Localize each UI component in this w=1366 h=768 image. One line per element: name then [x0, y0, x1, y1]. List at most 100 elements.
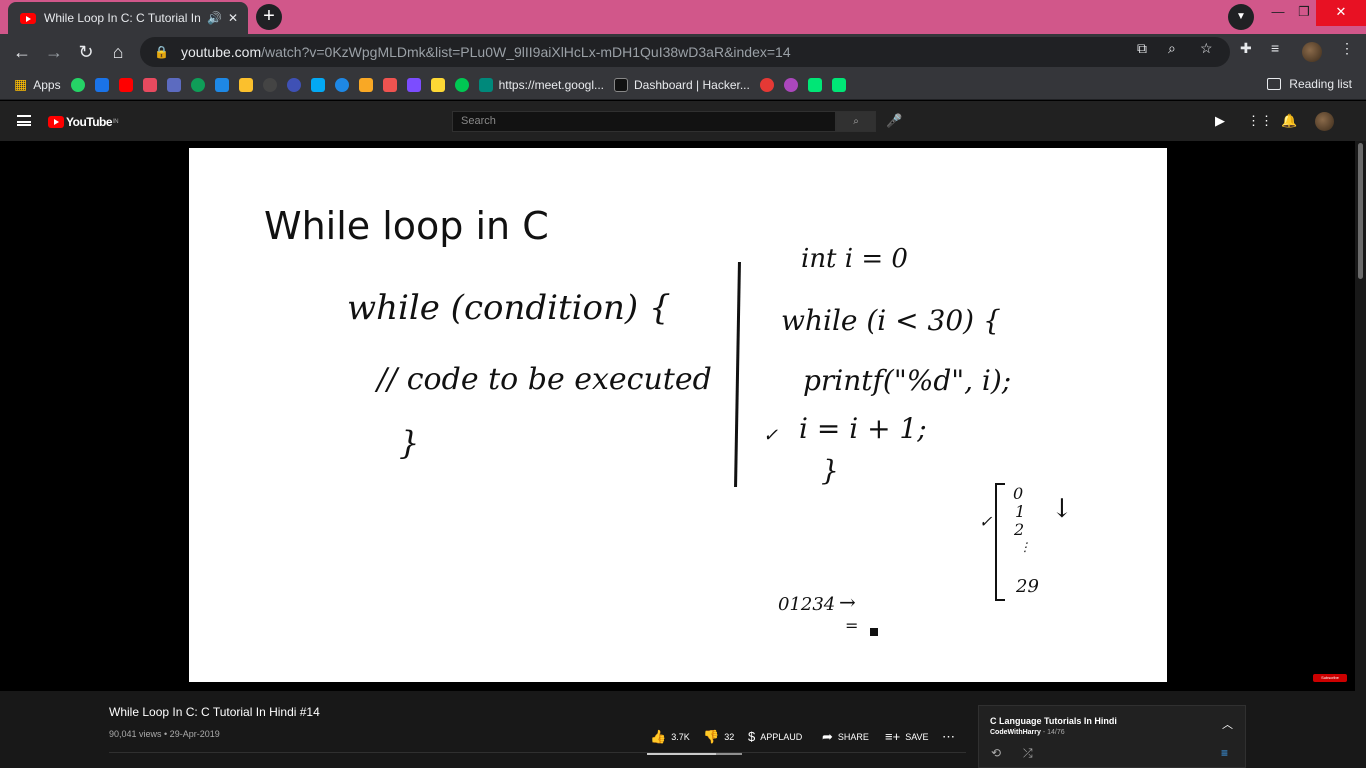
bookmark-youtube[interactable]	[118, 77, 133, 92]
speaker-icon[interactable]: 🔊	[207, 11, 222, 25]
open-in-app-icon[interactable]: ⧉	[1137, 40, 1147, 57]
google-meet-icon	[478, 77, 493, 92]
shuffle-icon[interactable]: ⤮	[1023, 746, 1033, 761]
bookmark-10[interactable]	[286, 77, 301, 92]
forward-arrow-icon[interactable]: →	[42, 40, 66, 64]
bookmark-13[interactable]	[358, 77, 373, 92]
output-sequence: 01234	[778, 594, 836, 615]
reading-list-button[interactable]: Reading list	[1267, 77, 1352, 91]
bookmark-icon	[759, 77, 774, 92]
bookmark-icon	[214, 77, 229, 92]
close-window-button[interactable]: ✕	[1316, 0, 1366, 26]
microphone-icon[interactable]: 🎤	[886, 113, 902, 129]
tab-search-icon[interactable]: ▼	[1228, 4, 1254, 30]
new-tab-button[interactable]: +	[256, 4, 282, 30]
bookmark-12[interactable]	[334, 77, 349, 92]
hamburger-menu-icon[interactable]	[17, 115, 31, 126]
scrollbar-thumb[interactable]	[1358, 143, 1363, 279]
int-declaration: int i = 0	[801, 244, 908, 274]
like-button[interactable]: 👍 3.7K	[650, 729, 690, 745]
media-queue-icon[interactable]: ≡	[1271, 40, 1279, 56]
right-arrow-icon: →	[839, 590, 856, 614]
bookmark-7[interactable]	[214, 77, 229, 92]
applaud-button[interactable]: $ APPLAUD	[748, 729, 802, 744]
bookmark-icon	[262, 77, 277, 92]
bookmark-23[interactable]	[831, 77, 846, 92]
closing-brace-right: }	[821, 454, 839, 487]
add-to-playlist-icon: ≡+	[885, 729, 901, 744]
bookmark-icon	[166, 77, 181, 92]
tab-active[interactable]: While Loop In C: C Tutorial In Hindi #14…	[8, 2, 248, 34]
code-comment: // code to be executed	[377, 362, 712, 397]
account-avatar[interactable]	[1315, 112, 1334, 131]
bookmark-22[interactable]	[807, 77, 822, 92]
search-input[interactable]: Search	[452, 111, 836, 132]
bookmark-icon	[238, 77, 253, 92]
save-button[interactable]: ≡+ SAVE	[885, 729, 929, 744]
down-arrow-icon: ↓	[1051, 494, 1073, 524]
tab-strip: While Loop In C: C Tutorial In Hindi #14…	[0, 0, 1366, 34]
bookmark-11[interactable]	[310, 77, 325, 92]
bookmark-icon	[406, 77, 421, 92]
bookmark-meet[interactable]: https://meet.googl...	[478, 77, 604, 92]
reload-icon[interactable]: ↻	[74, 40, 98, 64]
lock-icon[interactable]: 🔒	[154, 45, 169, 59]
playlist-channel[interactable]: CodeWithHarry	[990, 729, 1041, 736]
address-bar[interactable]: 🔒 youtube.com /watch?v=0KzWpgMLDmk&list=…	[140, 37, 1230, 67]
playlist-menu-icon[interactable]: ≡	[1221, 746, 1228, 760]
playlist-position: - 14/76	[1040, 729, 1065, 736]
like-ratio-fill	[647, 753, 717, 755]
bookmark-9[interactable]	[262, 77, 277, 92]
zoom-icon[interactable]: ⌕	[1168, 40, 1176, 57]
bookmark-icon	[94, 77, 109, 92]
bookmark-hackerrank[interactable]: Dashboard | Hacker...	[614, 77, 750, 92]
loop-icon[interactable]: ⟲	[991, 746, 1001, 760]
reading-list-icon	[1267, 78, 1282, 90]
sequence-item: 2	[1014, 520, 1025, 539]
bookmark-20[interactable]	[759, 77, 774, 92]
playlist-title[interactable]: C Language Tutorials In Hindi	[990, 716, 1117, 726]
page-scrollbar[interactable]	[1355, 141, 1366, 691]
printf-line: printf("%d", i);	[803, 364, 1012, 397]
create-video-icon[interactable]: ▶	[1215, 113, 1225, 129]
profile-avatar[interactable]	[1302, 42, 1322, 62]
bookmark-15[interactable]	[406, 77, 421, 92]
check-mark-icon: ✓	[979, 512, 993, 531]
search-button[interactable]: ⌕	[836, 111, 876, 132]
bookmark-21[interactable]	[783, 77, 798, 92]
video-player[interactable]: While loop in C while (condition) { // c…	[189, 148, 1167, 682]
playlist-subtitle: CodeWithHarry - 14/76	[990, 729, 1065, 736]
subscribe-watermark[interactable]: Subscribe	[1313, 674, 1347, 682]
share-button[interactable]: ➦ SHARE	[822, 729, 869, 745]
youtube-logo[interactable]: YouTube IN	[48, 115, 119, 129]
sequence-item: 0	[1013, 484, 1024, 503]
sequence-bracket	[995, 483, 1005, 601]
extensions-icon[interactable]: ✚	[1240, 40, 1252, 57]
close-tab-icon[interactable]: ✕	[228, 11, 238, 25]
menu-kebab-icon[interactable]: ⋮	[1340, 40, 1354, 57]
home-icon[interactable]: ⌂	[106, 40, 130, 64]
thumbs-up-icon: 👍	[650, 729, 667, 744]
apps-grid-icon[interactable]: ⋮⋮	[1247, 113, 1273, 129]
bookmark-16[interactable]	[430, 77, 445, 92]
bookmark-apps[interactable]: ▦ Apps	[14, 76, 61, 93]
bookmark-icon	[190, 77, 205, 92]
bookmark-5[interactable]	[166, 77, 181, 92]
bookmark-icon	[286, 77, 301, 92]
bookmark-2[interactable]	[94, 77, 109, 92]
back-arrow-icon[interactable]: ←	[10, 40, 34, 64]
dislike-button[interactable]: 👎 32	[703, 729, 734, 745]
bookmark-8[interactable]	[238, 77, 253, 92]
notifications-bell-icon[interactable]: 🔔	[1281, 113, 1297, 129]
collapse-chevron-icon[interactable]: ︿	[1222, 716, 1233, 732]
bookmark-14[interactable]	[382, 77, 397, 92]
bookmark-4[interactable]	[142, 77, 157, 92]
more-actions-button[interactable]: ⋯	[942, 729, 960, 745]
closing-brace-left: }	[399, 424, 420, 462]
bookmark-star-icon[interactable]: ☆	[1200, 40, 1213, 57]
bookmark-icon	[382, 77, 397, 92]
bookmark-17[interactable]	[454, 77, 469, 92]
search-icon: ⌕	[853, 116, 859, 127]
bookmark-6[interactable]	[190, 77, 205, 92]
bookmark-whatsapp[interactable]	[70, 77, 85, 92]
